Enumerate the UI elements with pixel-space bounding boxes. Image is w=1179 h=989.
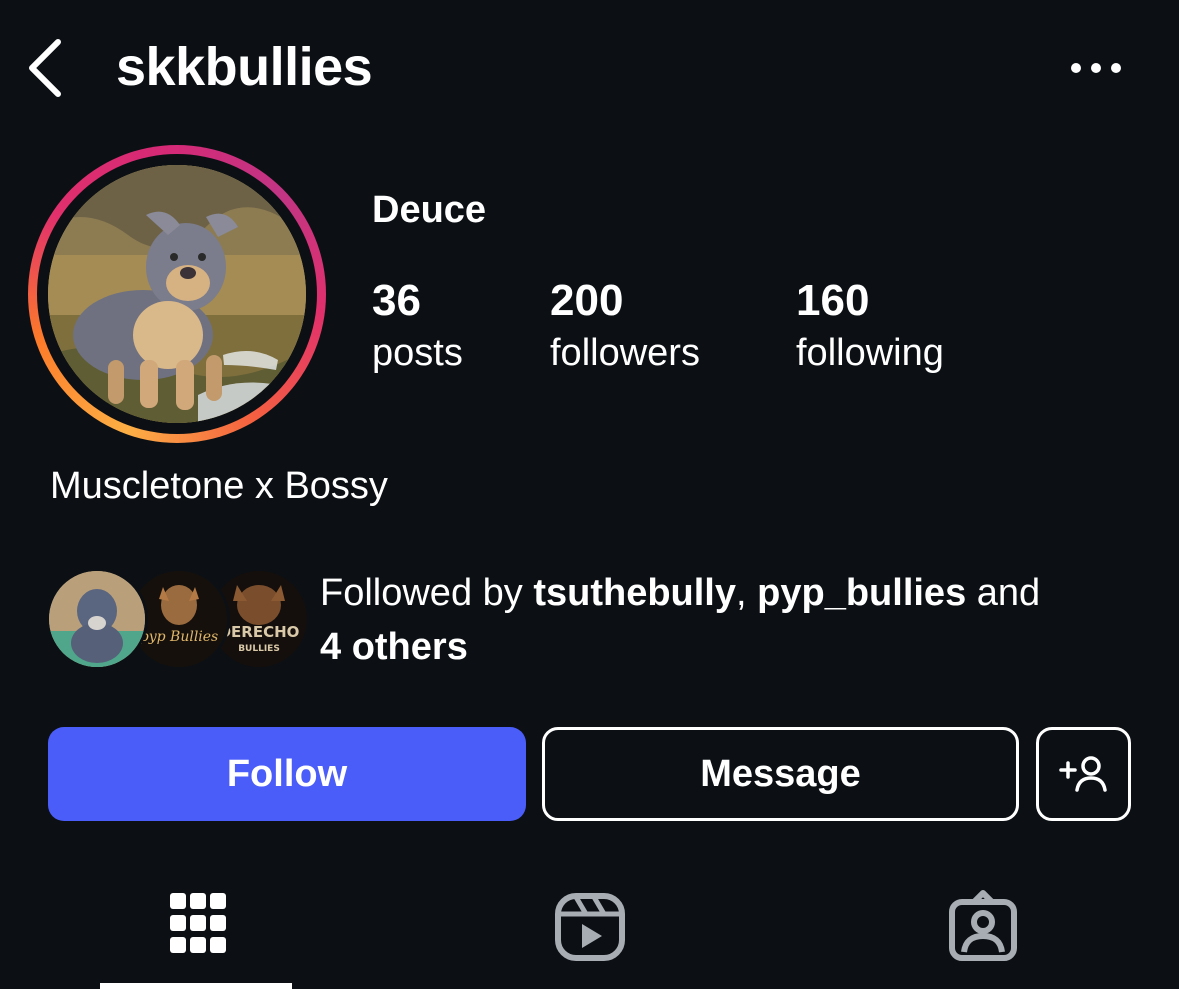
tab-reels[interactable] [550, 888, 630, 968]
story-ring[interactable] [28, 145, 326, 443]
followed-by-text[interactable]: Followed by tsuthebully, pyp_bullies and… [320, 566, 1150, 674]
message-button[interactable]: Message [542, 727, 1019, 821]
followers-stat[interactable]: 200 followers [550, 276, 700, 380]
mutual-follower-name[interactable]: tsuthebully [533, 572, 736, 614]
posts-count: 36 [372, 276, 421, 325]
follow-button-label: Follow [226, 752, 348, 795]
profile-username: skkbullies [116, 37, 373, 97]
svg-text:BULLIES: BULLIES [238, 644, 280, 654]
following-count: 160 [796, 276, 870, 325]
posts-label: posts [372, 332, 463, 374]
display-name: Deuce [372, 189, 487, 231]
profile-avatar [48, 165, 306, 423]
svg-text:pyp Bullies: pyp Bullies [140, 629, 219, 645]
others-count[interactable]: 4 others [320, 626, 468, 668]
mutual-follower-avatar[interactable] [46, 568, 148, 670]
tab-posts-grid[interactable] [157, 888, 237, 968]
svg-text:DERECHO: DERECHO [219, 623, 300, 641]
grid-icon [170, 893, 226, 953]
message-button-label: Message [700, 752, 861, 795]
posts-stat: 36 posts [372, 276, 463, 380]
reels-icon [555, 893, 625, 961]
followers-label: followers [550, 332, 700, 374]
back-button[interactable] [22, 36, 72, 100]
mutual-follower-name[interactable]: pyp_bullies [757, 572, 966, 614]
more-horizontal-icon [1071, 63, 1121, 73]
profile-bio: Muscletone x Bossy [50, 465, 388, 507]
add-person-icon [1058, 756, 1107, 792]
following-stat[interactable]: 160 following [796, 276, 944, 380]
dog-avatar-image [49, 571, 145, 667]
following-label: following [796, 332, 944, 374]
chevron-left-icon [29, 39, 61, 97]
dog-photo [48, 165, 306, 423]
followers-count: 200 [550, 276, 624, 325]
more-options-button[interactable] [1062, 50, 1126, 86]
active-tab-indicator [100, 983, 292, 989]
suggested-accounts-button[interactable] [1036, 727, 1131, 821]
followed-by-prefix: Followed by [320, 572, 534, 614]
followed-by-conjunction: and [966, 572, 1041, 614]
tab-tagged[interactable] [944, 888, 1024, 968]
followed-by-separator: , [736, 572, 758, 614]
tagged-icon [949, 890, 1017, 961]
follow-button[interactable]: Follow [48, 727, 526, 821]
